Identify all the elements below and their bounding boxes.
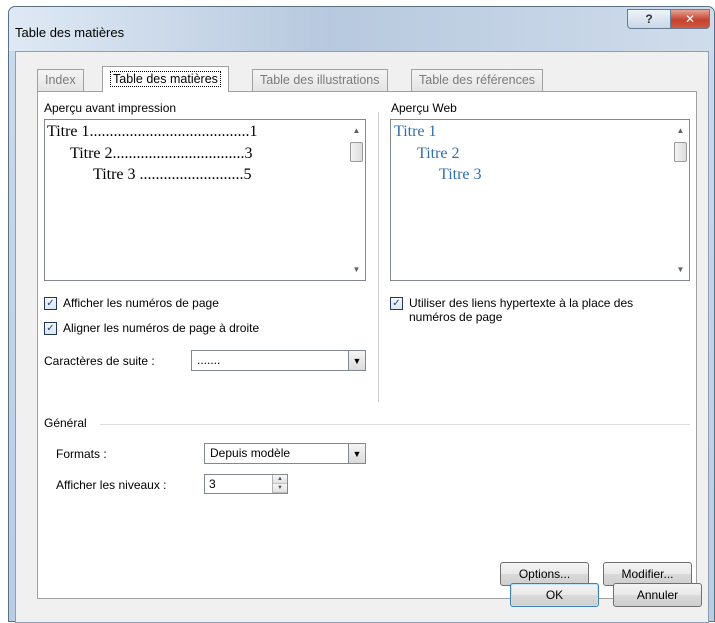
scroll-down-icon[interactable]: ▼ [348, 261, 365, 278]
scroll-up-icon[interactable]: ▲ [348, 122, 365, 139]
ok-button[interactable]: OK [510, 583, 599, 607]
tab-label: Table des références [419, 73, 536, 87]
web-preview-box[interactable]: Titre 1 Titre 2 Titre 3 ▲ ▼ [390, 119, 690, 281]
tab-panel: Aperçu avant impression Titre 1.........… [37, 91, 697, 599]
tab-leader-value: ....... [197, 353, 221, 367]
levels-value: 3 [209, 477, 216, 491]
web-preview-scrollbar[interactable]: ▲ ▼ [672, 120, 689, 280]
modify-button-label: Modifier... [621, 567, 674, 581]
show-page-numbers-label[interactable]: Afficher les numéros de page [63, 296, 219, 310]
tab-label: Index [45, 73, 76, 87]
formats-label: Formats : [56, 447, 107, 461]
options-button-label: Options... [518, 567, 571, 581]
general-separator [100, 424, 690, 425]
cancel-button[interactable]: Annuler [613, 583, 702, 607]
dialog-window: Table des matières ? ✕ Index Table des m… [8, 6, 715, 623]
levels-label: Afficher les niveaux : [56, 478, 167, 492]
title-bar[interactable]: Table des matières ? ✕ [9, 7, 714, 51]
stepper-buttons[interactable]: ▲ ▼ [272, 475, 287, 493]
chevron-down-icon[interactable]: ▼ [348, 351, 365, 370]
stepper-up-icon[interactable]: ▲ [273, 475, 287, 484]
dialog-client-area: Index Table des matières Table des illus… [15, 51, 709, 623]
tab-table-des-references[interactable]: Table des références [411, 69, 544, 91]
print-preview-scrollbar[interactable]: ▲ ▼ [348, 120, 365, 280]
toc-line-1: Titre 1.................................… [47, 123, 258, 140]
cancel-button-label: Annuler [636, 588, 679, 602]
formats-value: Depuis modèle [210, 446, 291, 460]
web-line-1[interactable]: Titre 1 [394, 123, 437, 141]
dialog-title: Table des matières [15, 25, 125, 40]
print-preview-box[interactable]: Titre 1.................................… [44, 119, 366, 281]
align-right-label[interactable]: Aligner les numéros de page à droite [63, 321, 259, 335]
show-page-numbers-checkbox[interactable]: ✓ [44, 297, 57, 310]
scroll-thumb[interactable] [674, 142, 687, 162]
toc-line-2: Titre 2.................................… [70, 145, 253, 162]
tab-label: Table des matières [110, 71, 221, 87]
general-group-label: Général [44, 416, 87, 430]
tab-index[interactable]: Index [37, 69, 84, 91]
print-preview-label: Aperçu avant impression [44, 101, 177, 115]
align-right-checkbox[interactable]: ✓ [44, 322, 57, 335]
tab-leader-select[interactable]: ....... ▼ [191, 350, 366, 371]
hyperlinks-label-line2[interactable]: numéros de page [409, 310, 502, 324]
scroll-up-icon[interactable]: ▲ [672, 122, 689, 139]
tab-label: Table des illustrations [260, 73, 380, 87]
vertical-separator [378, 112, 379, 402]
ok-button-label: OK [545, 588, 564, 602]
toc-line-3: Titre 3 ..........................5 [93, 166, 252, 183]
help-icon: ? [645, 12, 653, 26]
scroll-down-icon[interactable]: ▼ [672, 261, 689, 278]
web-line-2[interactable]: Titre 2 [417, 145, 460, 163]
web-line-3[interactable]: Titre 3 [439, 166, 482, 184]
help-button[interactable]: ? [627, 9, 671, 29]
tab-table-des-illustrations[interactable]: Table des illustrations [252, 69, 388, 91]
formats-select[interactable]: Depuis modèle ▼ [204, 443, 366, 464]
stepper-down-icon[interactable]: ▼ [273, 484, 287, 493]
levels-stepper[interactable]: 3 ▲ ▼ [204, 474, 288, 494]
hyperlinks-checkbox[interactable]: ✓ [390, 297, 403, 310]
close-icon: ✕ [684, 12, 696, 26]
close-button[interactable]: ✕ [670, 9, 710, 29]
tab-table-des-matieres[interactable]: Table des matières [102, 66, 229, 92]
tab-leader-label: Caractères de suite : [44, 354, 155, 368]
web-preview-label: Aperçu Web [391, 101, 457, 115]
scroll-thumb[interactable] [350, 142, 363, 162]
hyperlinks-label-line1[interactable]: Utiliser des liens hypertexte à la place… [409, 296, 633, 310]
chevron-down-icon[interactable]: ▼ [348, 444, 365, 463]
